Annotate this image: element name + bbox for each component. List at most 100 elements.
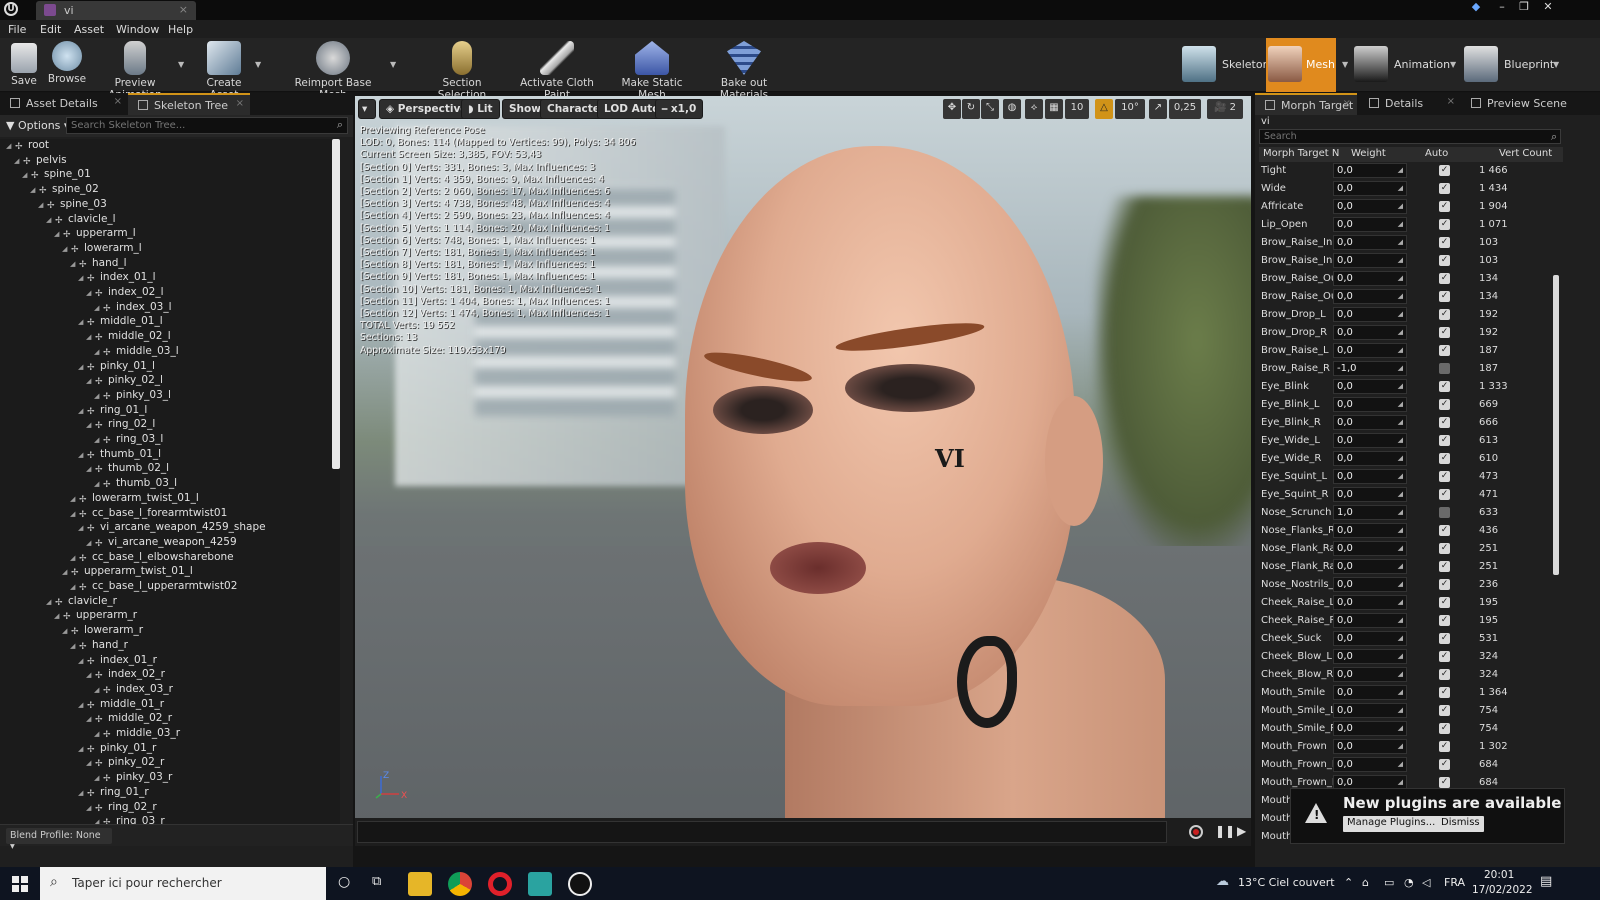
- make-static-mesh-button[interactable]: Make Static Mesh: [612, 41, 692, 101]
- expand-arrow-icon[interactable]: ◢: [86, 759, 94, 767]
- tree-row[interactable]: ◢ ✢ clavicle_l: [46, 213, 116, 228]
- expand-arrow-icon[interactable]: ◢: [86, 289, 94, 297]
- auto-checkbox[interactable]: ✓: [1439, 417, 1450, 428]
- col-vert-count[interactable]: Vert Count: [1499, 148, 1552, 159]
- morph-weight-input[interactable]: 0,0 ◢: [1333, 487, 1407, 502]
- close-tab-icon[interactable]: ×: [179, 3, 188, 16]
- tree-row[interactable]: ◢ ✢ ring_01_l: [78, 404, 147, 419]
- morph-weight-input[interactable]: 0,0 ◢: [1333, 235, 1407, 250]
- expand-arrow-icon[interactable]: ◢: [94, 392, 102, 400]
- auto-checkbox[interactable]: ✓: [1439, 651, 1450, 662]
- unreal-taskbar-icon[interactable]: [568, 872, 592, 896]
- auto-checkbox[interactable]: ✓: [1439, 237, 1450, 248]
- morph-weight-input[interactable]: 0,0 ◢: [1333, 685, 1407, 700]
- tree-row[interactable]: ◢ ✢ middle_01_r: [78, 698, 164, 713]
- tree-row[interactable]: ◢ ✢ ring_02_r: [86, 801, 157, 816]
- morph-weight-input[interactable]: 0,0 ◢: [1333, 721, 1407, 736]
- auto-checkbox[interactable]: ✓: [1439, 615, 1450, 626]
- timeline-track[interactable]: [357, 821, 1167, 843]
- auto-checkbox[interactable]: ✓: [1439, 453, 1450, 464]
- drag-handle-icon[interactable]: ◢: [1398, 310, 1403, 318]
- tree-row[interactable]: ◢ ✢ middle_03_l: [94, 345, 179, 360]
- weather-icon[interactable]: ☁: [1216, 874, 1229, 889]
- expand-arrow-icon[interactable]: ◢: [86, 333, 94, 341]
- expand-arrow-icon[interactable]: ◢: [86, 715, 94, 723]
- expand-arrow-icon[interactable]: ◢: [78, 657, 86, 665]
- manage-plugins-button[interactable]: Manage Plugins...: [1343, 816, 1440, 832]
- morph-weight-input[interactable]: 0,0 ◢: [1333, 415, 1407, 430]
- opera-icon[interactable]: [488, 872, 512, 896]
- surface-snap-icon[interactable]: ⟡: [1025, 99, 1043, 119]
- morph-weight-input[interactable]: 0,0 ◢: [1333, 667, 1407, 682]
- tab-preview-scene[interactable]: Preview Scene: [1461, 93, 1600, 115]
- auto-checkbox[interactable]: ✓: [1439, 201, 1450, 212]
- expand-arrow-icon[interactable]: ◢: [78, 318, 86, 326]
- morph-weight-input[interactable]: 0,0 ◢: [1333, 379, 1407, 394]
- auto-checkbox[interactable]: ✓: [1439, 399, 1450, 410]
- skeleton-mode-button[interactable]: Skeleton: [1182, 38, 1270, 92]
- grid-snap-value[interactable]: 10: [1065, 99, 1089, 119]
- volume-icon[interactable]: ◁: [1422, 876, 1430, 889]
- expand-arrow-icon[interactable]: ◢: [78, 524, 86, 532]
- expand-arrow-icon[interactable]: ◢: [70, 495, 78, 503]
- morph-weight-input[interactable]: 0,0 ◢: [1333, 199, 1407, 214]
- drag-handle-icon[interactable]: ◢: [1398, 472, 1403, 480]
- tree-row[interactable]: ◢ ✢ vi_arcane_weapon_4259_shape: [78, 521, 266, 536]
- drag-handle-icon[interactable]: ◢: [1398, 670, 1403, 678]
- expand-arrow-icon[interactable]: ◢: [78, 745, 86, 753]
- taskbar-search-box[interactable]: ⌕ Taper ici pour rechercher: [40, 867, 326, 900]
- close-tab-icon[interactable]: ×: [114, 96, 122, 107]
- tree-row[interactable]: ◢ ✢ index_01_r: [78, 654, 157, 669]
- morph-weight-input[interactable]: 0,0 ◢: [1333, 703, 1407, 718]
- lit-button[interactable]: ◗ Lit: [461, 99, 500, 119]
- windows-start-icon[interactable]: [12, 876, 28, 892]
- mesh-mode-button[interactable]: Mesh: [1266, 38, 1336, 92]
- auto-checkbox[interactable]: ✓: [1439, 345, 1450, 356]
- tree-row[interactable]: ◢ ✢ index_02_l: [86, 286, 164, 301]
- drag-handle-icon[interactable]: ◢: [1398, 418, 1403, 426]
- menu-edit[interactable]: Edit: [40, 23, 61, 36]
- camera-speed-button[interactable]: 🎥 2: [1207, 99, 1243, 119]
- auto-checkbox[interactable]: ✓: [1439, 219, 1450, 230]
- blueprint-dropdown-icon[interactable]: ▼: [1553, 60, 1559, 69]
- drag-handle-icon[interactable]: ◢: [1398, 274, 1403, 282]
- drag-handle-icon[interactable]: ◢: [1398, 724, 1403, 732]
- expand-arrow-icon[interactable]: ◢: [46, 598, 54, 606]
- auto-checkbox[interactable]: ✓: [1439, 291, 1450, 302]
- auto-checkbox[interactable]: ✓: [1439, 435, 1450, 446]
- drag-handle-icon[interactable]: ◢: [1398, 220, 1403, 228]
- close-tab-icon[interactable]: ×: [1343, 98, 1351, 109]
- menu-asset[interactable]: Asset: [74, 23, 104, 36]
- tree-row[interactable]: ◢ ✢ root: [6, 139, 49, 154]
- tab-details[interactable]: Details ×: [1359, 93, 1461, 115]
- grid-snap-icon[interactable]: ▦: [1045, 99, 1063, 119]
- tree-row[interactable]: ◢ ✢ cc_base_l_elbowsharebone: [70, 551, 234, 566]
- morph-weight-input[interactable]: 0,0 ◢: [1333, 325, 1407, 340]
- record-button[interactable]: [1189, 825, 1203, 839]
- morph-weight-input[interactable]: 0,0 ◢: [1333, 757, 1407, 772]
- tree-row[interactable]: ◢ ✢ vi_arcane_weapon_4259: [86, 536, 237, 551]
- create-asset-button[interactable]: Create Asset: [194, 41, 254, 101]
- morph-scrollbar[interactable]: [1553, 275, 1559, 575]
- auto-checkbox[interactable]: ✓: [1439, 777, 1450, 788]
- expand-arrow-icon[interactable]: ◢: [86, 539, 94, 547]
- expand-arrow-icon[interactable]: ◢: [94, 480, 102, 488]
- scale-snap-icon[interactable]: ↗: [1149, 99, 1167, 119]
- tree-row[interactable]: ◢ ✢ pelvis: [14, 154, 67, 169]
- rotation-snap-value[interactable]: 10°: [1115, 99, 1145, 119]
- morph-weight-input[interactable]: 0,0 ◢: [1333, 343, 1407, 358]
- tree-row[interactable]: ◢ ✢ middle_02_l: [86, 330, 171, 345]
- tree-row[interactable]: ◢ ✢ upperarm_twist_01_l: [62, 565, 193, 580]
- preview-animation-button[interactable]: Preview Animation: [92, 41, 178, 101]
- tree-row[interactable]: ◢ ✢ hand_l: [70, 257, 127, 272]
- expand-arrow-icon[interactable]: ◢: [22, 171, 30, 179]
- tray-chevron-icon[interactable]: ⌃: [1344, 876, 1353, 889]
- clock-time[interactable]: 20:01: [1484, 869, 1514, 881]
- auto-checkbox[interactable]: ✓: [1439, 309, 1450, 320]
- drag-handle-icon[interactable]: ◢: [1398, 436, 1403, 444]
- morph-weight-input[interactable]: 0,0 ◢: [1333, 649, 1407, 664]
- tree-row[interactable]: ◢ ✢ clavicle_r: [46, 595, 117, 610]
- morph-weight-input[interactable]: 0,0 ◢: [1333, 595, 1407, 610]
- auto-checkbox[interactable]: ✓: [1439, 741, 1450, 752]
- tree-row[interactable]: ◢ ✢ middle_02_r: [86, 712, 172, 727]
